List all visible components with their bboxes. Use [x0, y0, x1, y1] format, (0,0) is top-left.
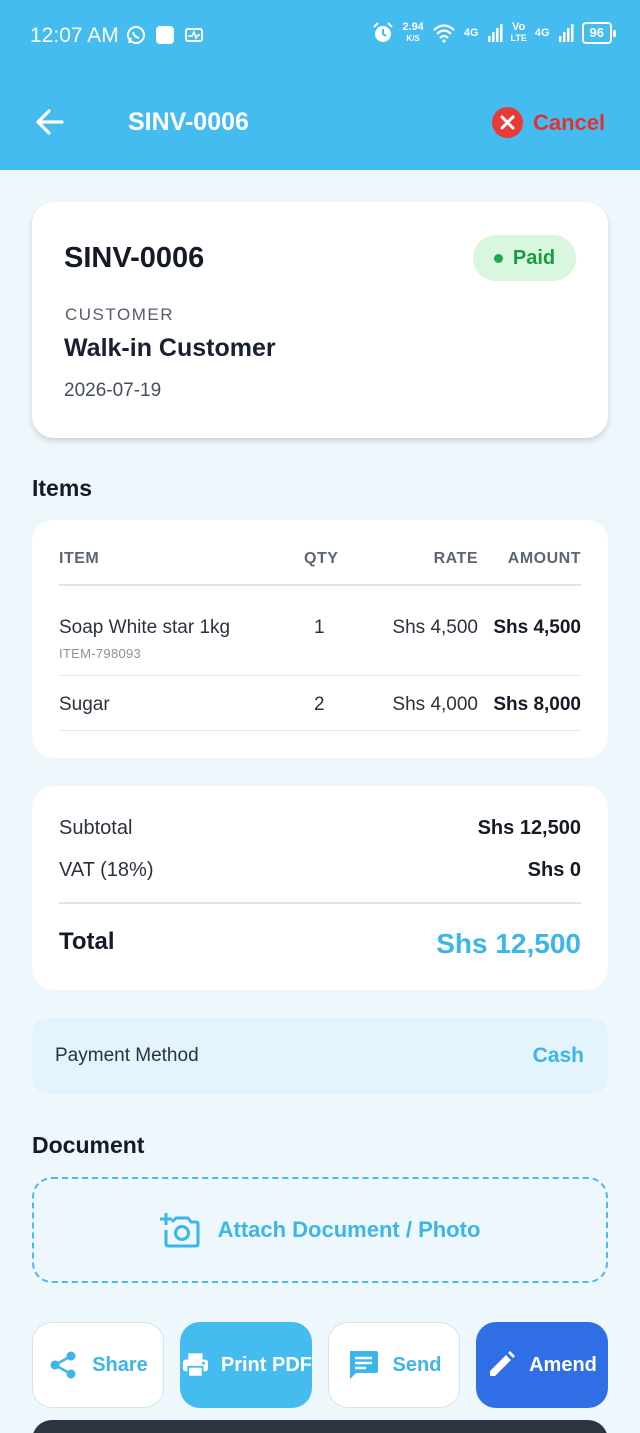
- column-header-amount: AMOUNT: [507, 550, 581, 567]
- share-label: Share: [92, 1353, 148, 1376]
- invoice-date: 2026-07-19: [64, 380, 162, 401]
- signal-icon: [487, 24, 502, 42]
- payment-method-value: Cash: [532, 1044, 584, 1067]
- document-section-title: Document: [32, 1132, 145, 1158]
- invoice-number: SINV-0006: [64, 242, 205, 274]
- send-label: Send: [392, 1353, 442, 1376]
- invoice-summary-card: SINV-0006 Paid CUSTOMER Walk-in Customer…: [32, 202, 608, 438]
- print-pdf-button[interactable]: Print PDF: [180, 1322, 312, 1408]
- row-divider: [59, 730, 581, 731]
- cancel-circle-icon: [492, 107, 523, 138]
- volte-indicator: Vo LTE: [510, 21, 527, 44]
- item-name: Soap White star 1kg: [59, 617, 231, 638]
- customer-label: CUSTOMER: [65, 305, 174, 324]
- message-icon: [349, 1351, 378, 1379]
- item-name: Sugar: [59, 694, 110, 715]
- send-button[interactable]: Send: [328, 1322, 460, 1408]
- edit-pencil-icon: [490, 1351, 516, 1376]
- totals-divider: [59, 902, 581, 904]
- status-time: 12:07 AM: [30, 24, 119, 47]
- column-header-item: ITEM: [59, 550, 100, 567]
- status-label: Paid: [512, 246, 556, 269]
- bottom-bar: [32, 1420, 608, 1433]
- column-header-rate: RATE: [433, 550, 478, 567]
- cancel-label: Cancel: [533, 109, 606, 135]
- item-qty: 1: [314, 617, 325, 638]
- battery-icon: 96: [581, 22, 617, 44]
- item-amount: Shs 4,500: [493, 617, 581, 638]
- header-divider: [59, 584, 581, 586]
- item-code: ITEM-798093: [59, 646, 142, 661]
- payment-method-label: Payment Method: [55, 1045, 199, 1066]
- customer-name: Walk-in Customer: [64, 334, 276, 362]
- subtotal-value: Shs 12,500: [477, 817, 581, 839]
- signal-icon-2: [558, 24, 574, 42]
- vat-value: Shs 0: [527, 859, 581, 881]
- share-icon: [50, 1351, 76, 1379]
- item-rate: Shs 4,500: [392, 617, 478, 638]
- page-title: SINV-0006: [128, 108, 249, 136]
- add-photo-icon: [159, 1213, 200, 1248]
- item-amount: Shs 8,000: [493, 694, 581, 715]
- subtotal-label: Subtotal: [59, 817, 133, 839]
- whatsapp-icon: [127, 26, 145, 44]
- total-label: Total: [59, 928, 115, 955]
- item-rate: Shs 4,000: [392, 694, 478, 715]
- column-header-qty: QTY: [304, 550, 339, 567]
- item-qty: 2: [314, 694, 325, 715]
- network-speed: 2.94 K/S: [402, 21, 424, 44]
- share-button[interactable]: Share: [32, 1322, 164, 1408]
- total-value: Shs 12,500: [436, 928, 581, 959]
- status-bar: 12:07 AM 2.94 K/S 4G Vo LTE 4G 96: [0, 0, 640, 72]
- app-notification-icon: [156, 26, 174, 44]
- app-bar: SINV-0006 Cancel: [0, 72, 640, 170]
- row-divider: [59, 675, 581, 676]
- printer-icon: [182, 1353, 208, 1378]
- alarm-icon: [373, 22, 394, 42]
- network-type-2: 4G: [534, 27, 550, 39]
- amend-button[interactable]: Amend: [476, 1322, 608, 1408]
- cancel-button[interactable]: Cancel: [492, 107, 605, 138]
- items-section-title: Items: [32, 475, 93, 501]
- status-dot-icon: [493, 253, 503, 263]
- payment-method-row: Payment Method Cash: [32, 1018, 608, 1094]
- totals-card: Subtotal Shs 12,500 VAT (18%) Shs 0 Tota…: [32, 786, 608, 990]
- items-table: ITEM QTY RATE AMOUNT Soap White star 1kg…: [32, 520, 608, 758]
- print-pdf-label: Print PDF: [220, 1353, 312, 1376]
- network-type-1: 4G: [463, 27, 479, 39]
- amend-label: Amend: [529, 1353, 597, 1376]
- attach-label: Attach Document / Photo: [217, 1217, 481, 1242]
- health-monitor-icon: [185, 28, 203, 42]
- wifi-icon: [433, 24, 455, 43]
- attach-document-button[interactable]: Attach Document / Photo: [32, 1177, 608, 1283]
- back-arrow-icon[interactable]: [34, 106, 66, 138]
- status-badge: Paid: [473, 235, 576, 281]
- vat-label: VAT (18%): [59, 859, 154, 881]
